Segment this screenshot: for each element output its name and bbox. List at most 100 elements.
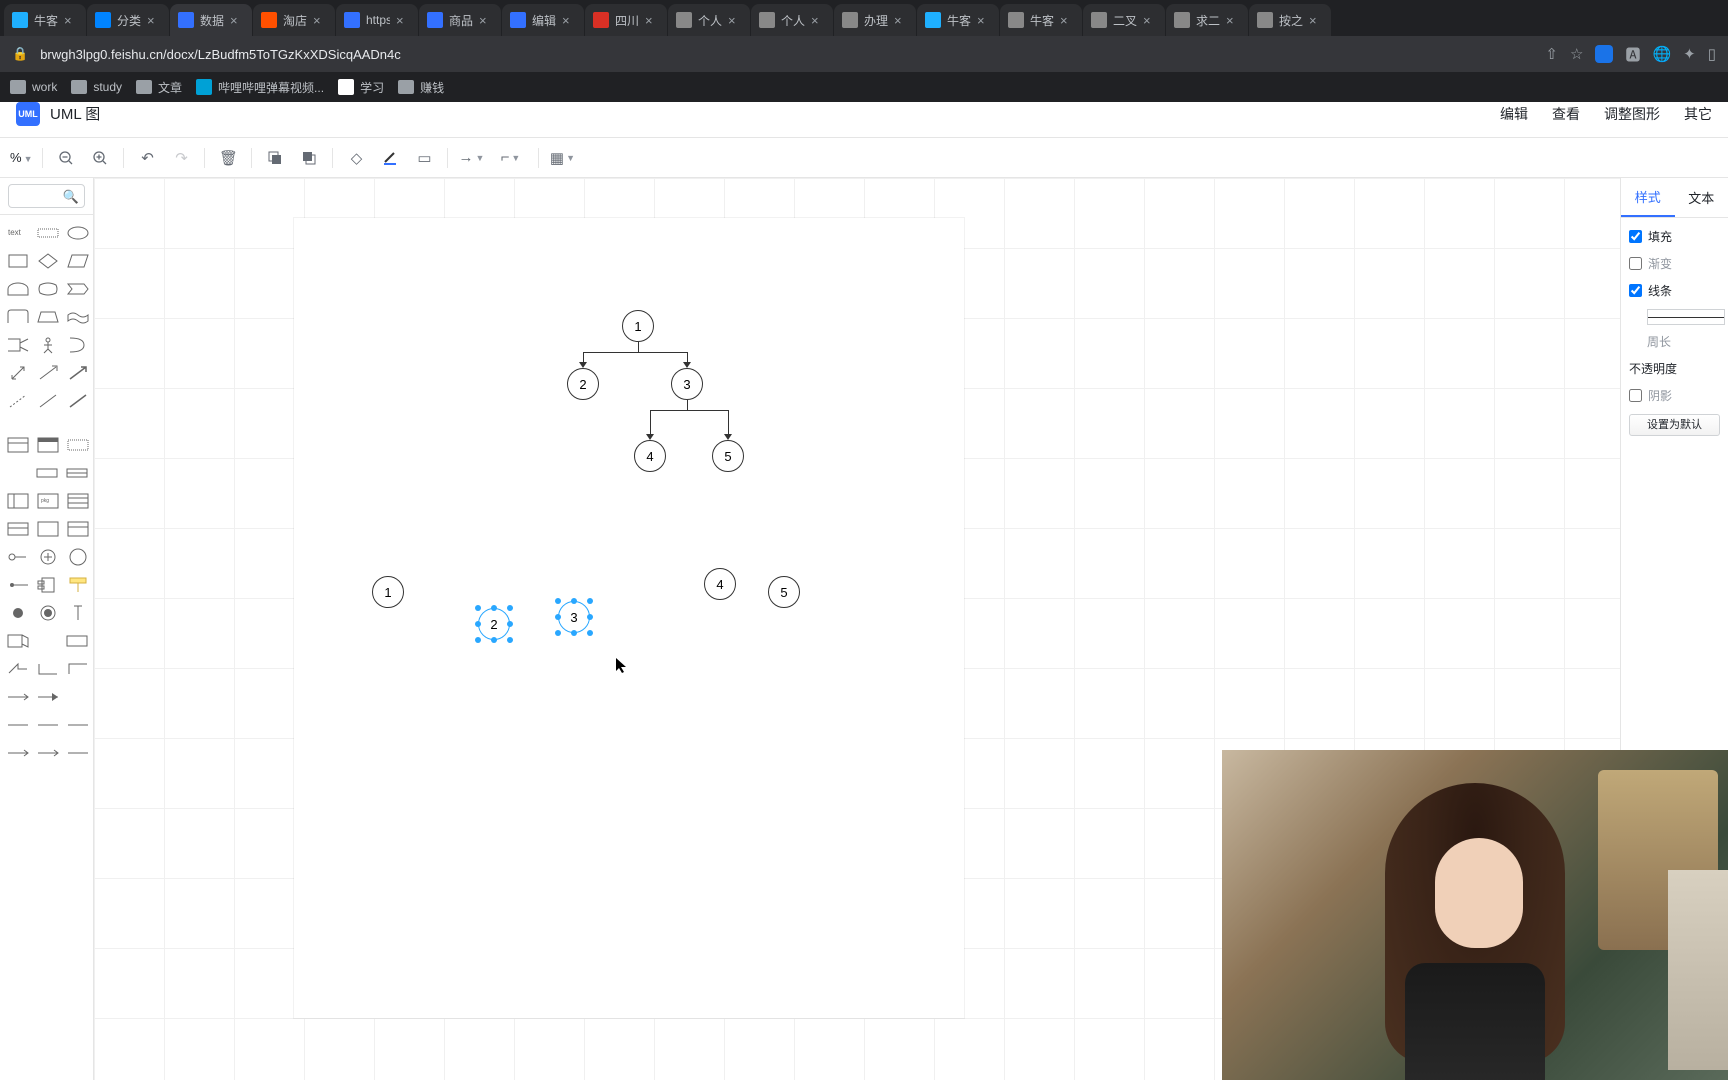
shape-thumbnail[interactable] (6, 547, 30, 567)
shape-thumbnail[interactable] (6, 743, 30, 763)
browser-tab[interactable]: 编辑行× (502, 4, 584, 36)
shape-thumbnail[interactable] (66, 435, 90, 455)
shape-thumbnail[interactable] (66, 279, 90, 299)
shape-thumbnail[interactable] (6, 519, 30, 539)
delete-button[interactable]: 🗑 (213, 143, 243, 173)
undo-button[interactable]: ↶ (132, 143, 162, 173)
line-color-button[interactable] (375, 143, 405, 173)
browser-tab[interactable]: 个人怎× (668, 4, 750, 36)
shape-thumbnail[interactable] (36, 743, 60, 763)
fill-color-button[interactable]: ◇ (341, 143, 371, 173)
shape-thumbnail[interactable] (36, 223, 60, 243)
edge[interactable] (687, 410, 729, 411)
selection-handle[interactable] (507, 637, 513, 643)
tab-style[interactable]: 样式 (1621, 178, 1675, 217)
shape-thumbnail[interactable] (36, 279, 60, 299)
shape-thumbnail[interactable] (6, 251, 30, 271)
selection-handle[interactable] (491, 637, 497, 643)
shadow-checkbox[interactable] (1629, 389, 1642, 402)
gradient-checkbox[interactable] (1629, 257, 1642, 270)
menu-item[interactable]: 编辑 (1500, 104, 1528, 124)
google-translate-icon[interactable]: 🌐 (1652, 45, 1671, 63)
shape-thumbnail[interactable] (66, 307, 90, 327)
line-checkbox[interactable] (1629, 284, 1642, 297)
browser-tab[interactable]: 办理公× (834, 4, 916, 36)
edge[interactable] (650, 410, 651, 435)
browser-tab[interactable]: 商品创× (419, 4, 501, 36)
bookmark-item[interactable]: work (10, 80, 57, 94)
shape-thumbnail[interactable] (36, 335, 60, 355)
shape-thumbnail[interactable] (6, 575, 30, 595)
translate-icon[interactable]: 🅰 (1625, 44, 1640, 65)
diagram-node[interactable]: 5 (768, 576, 800, 608)
shape-thumbnail[interactable] (66, 223, 90, 243)
bookmark-item[interactable]: 文章 (136, 79, 182, 96)
close-icon[interactable]: × (811, 13, 825, 27)
shape-thumbnail[interactable] (6, 463, 29, 483)
close-icon[interactable]: × (479, 13, 493, 27)
to-back-button[interactable] (294, 143, 324, 173)
shape-thumbnail[interactable] (36, 575, 60, 595)
shape-thumbnail[interactable] (66, 335, 90, 355)
browser-tab[interactable]: 牛客网× (4, 4, 86, 36)
diagram-node[interactable]: 5 (712, 440, 744, 472)
shape-thumbnail[interactable] (66, 547, 90, 567)
edge[interactable] (650, 410, 688, 411)
star-icon[interactable]: ☆ (1570, 45, 1583, 63)
shape-thumbnail[interactable] (35, 463, 59, 483)
selection-handle[interactable] (507, 621, 513, 627)
diagram-node[interactable]: 4 (704, 568, 736, 600)
waypoints-button[interactable]: ⌐▼ (490, 143, 530, 173)
bookmark-item[interactable]: 赚钱 (398, 79, 444, 96)
browser-tab[interactable]: 求二叉× (1166, 4, 1248, 36)
connection-button[interactable]: →▼ (456, 143, 486, 173)
diagram-node[interactable]: 4 (634, 440, 666, 472)
shape-thumbnail[interactable] (36, 659, 60, 679)
diagram-node[interactable]: 2 (478, 608, 510, 640)
edge[interactable] (728, 410, 729, 435)
close-icon[interactable]: × (64, 13, 78, 27)
shape-thumbnail[interactable] (6, 603, 30, 623)
shape-thumbnail[interactable] (66, 715, 90, 735)
shadow-button[interactable]: ▭ (409, 143, 439, 173)
selection-handle[interactable] (555, 630, 561, 636)
close-icon[interactable]: × (230, 13, 244, 27)
selection-handle[interactable] (555, 614, 561, 620)
selection-handle[interactable] (571, 630, 577, 636)
shape-thumbnail[interactable] (65, 631, 89, 651)
shape-thumbnail[interactable] (6, 279, 30, 299)
browser-tab[interactable]: 按之字× (1249, 4, 1331, 36)
browser-tab[interactable]: 个人怎× (751, 4, 833, 36)
selection-handle[interactable] (475, 621, 481, 627)
to-front-button[interactable] (260, 143, 290, 173)
zoom-in-button[interactable] (85, 143, 115, 173)
tab-text[interactable]: 文本 (1675, 178, 1728, 217)
shape-thumbnail[interactable] (36, 363, 60, 383)
shape-thumbnail[interactable] (66, 659, 90, 679)
fill-checkbox[interactable] (1629, 230, 1642, 243)
selection-handle[interactable] (571, 598, 577, 604)
shape-thumbnail[interactable] (6, 307, 30, 327)
shape-thumbnail[interactable] (66, 491, 90, 511)
shape-thumbnail[interactable] (36, 631, 59, 651)
close-icon[interactable]: × (977, 13, 991, 27)
url-text[interactable]: brwgh3lpg0.feishu.cn/docx/LzBudfm5ToTGzK… (40, 47, 1533, 62)
sidepanel-icon[interactable]: ▯ (1708, 45, 1716, 63)
shape-thumbnail[interactable] (66, 251, 90, 271)
close-icon[interactable]: × (313, 13, 327, 27)
extensions-icon[interactable]: ✦ (1683, 45, 1696, 63)
bookmark-item[interactable]: 哔哩哔哩弹幕视频... (196, 79, 324, 96)
browser-tab[interactable]: 淘店铺× (253, 4, 335, 36)
close-icon[interactable]: × (147, 13, 161, 27)
shape-thumbnail[interactable] (36, 603, 60, 623)
close-icon[interactable]: × (1309, 13, 1323, 27)
diagram-node[interactable]: 3 (671, 368, 703, 400)
browser-tab[interactable]: 牛客网× (917, 4, 999, 36)
redo-button[interactable]: ↷ (166, 143, 196, 173)
shape-thumbnail[interactable] (36, 519, 60, 539)
close-icon[interactable]: × (1143, 13, 1157, 27)
selection-handle[interactable] (555, 598, 561, 604)
browser-tab[interactable]: 分类整× (87, 4, 169, 36)
edge[interactable] (687, 400, 688, 410)
shape-thumbnail[interactable] (36, 391, 60, 411)
